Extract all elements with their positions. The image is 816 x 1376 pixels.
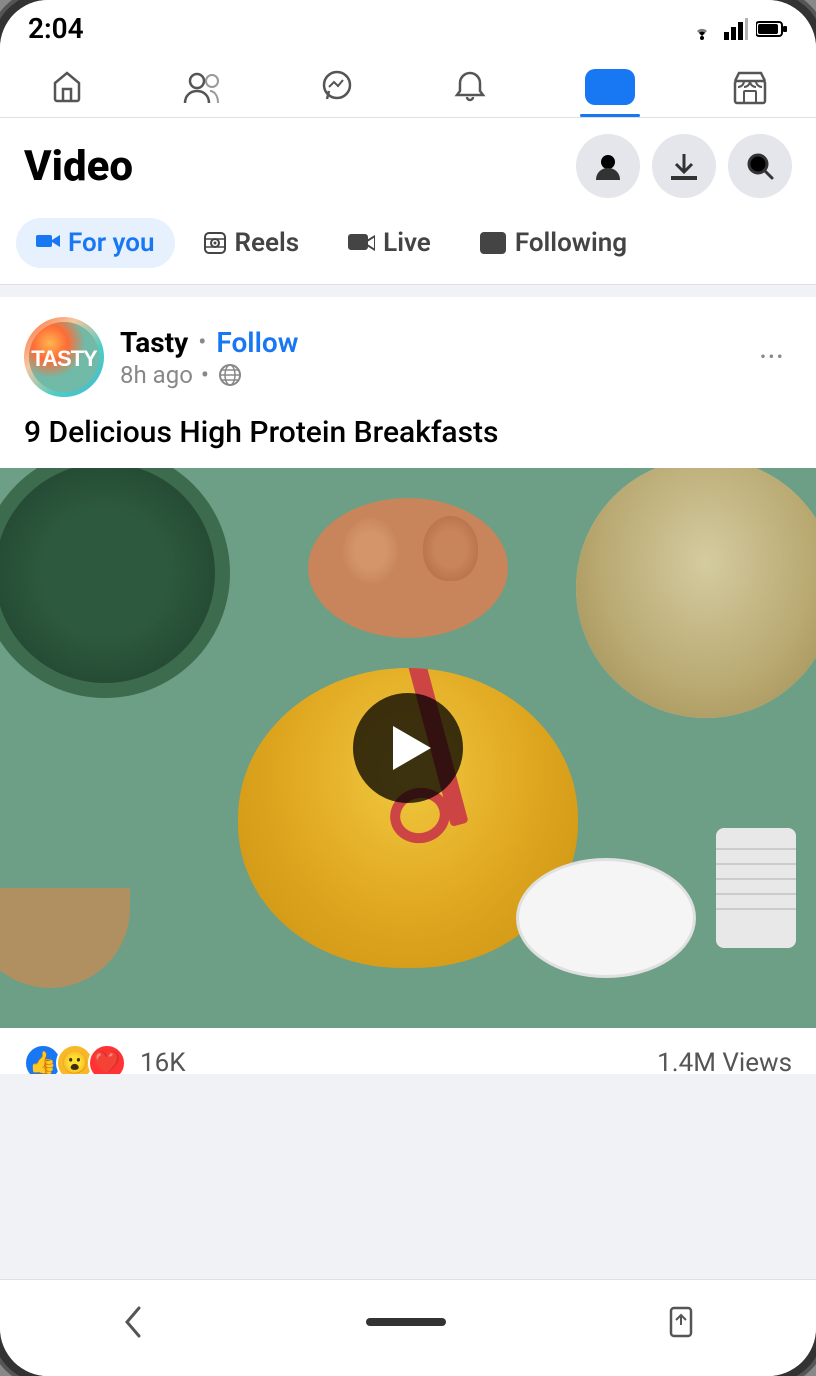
post-user-name-row-1: Tasty • Follow (120, 326, 298, 359)
video-thumbnail-1[interactable] (0, 468, 816, 1028)
post-meta-1: 8h ago • (120, 361, 298, 389)
status-bar: 2:04 (0, 0, 816, 53)
bottom-nav (0, 1279, 816, 1376)
more-btn-1[interactable]: ··· (751, 334, 792, 380)
dot-separator-1: • (198, 328, 206, 356)
rotate-button[interactable] (647, 1296, 715, 1348)
nav-item-home[interactable] (29, 63, 105, 111)
play-button-1[interactable] (353, 693, 463, 803)
signal-icon (724, 18, 748, 40)
reaction-count-1: 16K (140, 1048, 186, 1074)
tab-bar: For you Reels Live (0, 210, 816, 285)
post-header-1: TASTY Tasty • Follow 8h ago • (0, 297, 816, 409)
home-indicator[interactable] (366, 1318, 446, 1326)
nav-item-video[interactable] (565, 63, 655, 111)
nav-item-messenger[interactable] (299, 63, 375, 111)
post-card-1: TASTY Tasty • Follow 8h ago • (0, 297, 816, 1074)
tab-reels-label: Reels (235, 228, 300, 258)
tab-live-label: Live (383, 228, 431, 258)
views-count-1: 1.4M Views (657, 1048, 792, 1074)
nav-item-friends[interactable] (162, 63, 242, 111)
status-icons (688, 18, 788, 40)
avatar-tasty[interactable]: TASTY (24, 317, 104, 397)
follow-link-1[interactable]: Follow (216, 326, 298, 359)
header-actions (576, 134, 792, 198)
wifi-icon (688, 18, 716, 40)
reaction-left-1: 👍 😮 ❤️ 16K (24, 1044, 186, 1074)
cloth (716, 828, 796, 948)
meta-dot-1: • (201, 361, 209, 389)
nav-item-notifications[interactable] (432, 63, 508, 111)
battery-icon (756, 20, 788, 38)
post-user-details-1: Tasty • Follow 8h ago • (120, 326, 298, 389)
tab-for-you-label: For you (68, 228, 155, 258)
video-active-bg (585, 69, 635, 105)
tab-live[interactable]: Live (327, 218, 451, 268)
white-plate (516, 858, 696, 978)
phone-frame: 2:04 (0, 0, 816, 1376)
svg-text:TASTY: TASTY (31, 346, 98, 371)
tab-following[interactable]: Following (459, 218, 647, 268)
post-user-info-1: TASTY Tasty • Follow 8h ago • (24, 317, 298, 397)
post-user-name-1: Tasty (120, 326, 188, 359)
eggs-bowl (308, 498, 508, 638)
profile-button[interactable] (576, 134, 640, 198)
globe-icon-1 (217, 362, 243, 388)
video-page-title: Video (24, 142, 133, 191)
nav-bar (0, 53, 816, 118)
reaction-emojis-1: 👍 😮 ❤️ (24, 1044, 120, 1074)
status-time: 2:04 (28, 12, 84, 45)
content-area: Video (0, 118, 816, 1074)
tab-reels[interactable]: Reels (183, 218, 320, 268)
reaction-bar-1: 👍 😮 ❤️ 16K 1.4M Views (0, 1028, 816, 1074)
download-button[interactable] (652, 134, 716, 198)
video-page-header: Video (0, 118, 816, 210)
back-button[interactable] (101, 1296, 165, 1348)
post-time-1: 8h ago (120, 361, 193, 389)
grain-bowl (576, 468, 816, 718)
nav-item-marketplace[interactable] (712, 63, 788, 111)
tab-for-you[interactable]: For you (16, 218, 175, 268)
search-button[interactable] (728, 134, 792, 198)
tab-following-label: Following (515, 228, 627, 258)
post-title-1: 9 Delicious High Protein Breakfasts (0, 409, 816, 468)
love-emoji: ❤️ (88, 1044, 126, 1074)
